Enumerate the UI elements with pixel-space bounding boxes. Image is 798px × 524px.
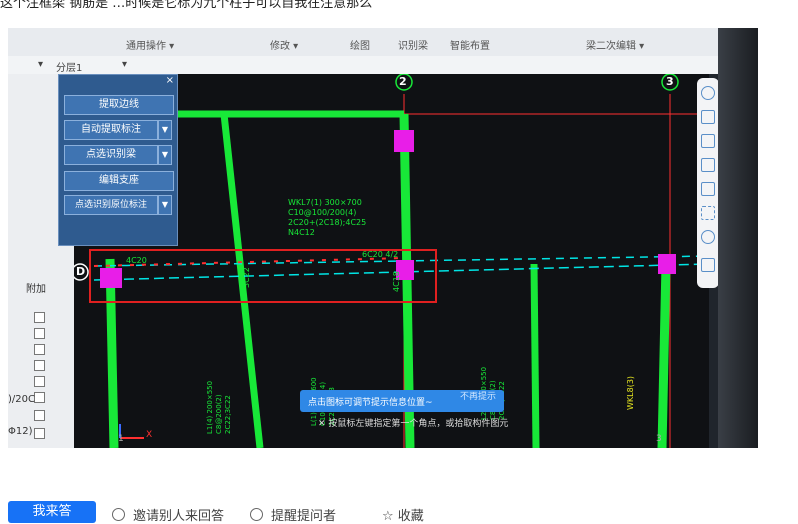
remind-link[interactable]: 提醒提问者 [250, 505, 336, 524]
mark-top-left: 4C20 [126, 256, 147, 265]
status-prompt: ✕ 按鼠标左键指定第一个角点，或拾取构件图元 [318, 419, 509, 429]
tip-text: 点击图标可调节提示信息位置~ [308, 398, 433, 408]
grid-label-1: 1 [118, 434, 124, 444]
ribbon: 通用操作 ▾ 修改 ▾ 绘图 识别梁 智能布置 梁二次编辑 ▾ [8, 28, 718, 57]
vertical-mark-1: 3C22 [242, 267, 251, 288]
beam-line [530, 263, 540, 448]
chevron-down-icon[interactable]: ▼ [158, 120, 172, 140]
side-annotation-1: L1(4) 200×550 C8@200(2) 2C22;3C22 [206, 381, 233, 434]
collect-label: 收藏 [397, 509, 424, 524]
status-text: 按鼠标左键指定第一个角点，或拾取构件图元 [328, 419, 509, 429]
ribbon-common-ops[interactable]: 通用操作 ▾ [126, 37, 174, 52]
vertical-mark-2: 4C18 [392, 271, 401, 292]
extract-edges-button[interactable]: 提取边线 [64, 95, 174, 115]
axis-label-d: D [76, 265, 86, 278]
left-panel-label-b: Φ12) [8, 426, 33, 437]
invite-label: 邀请别人来回答 [133, 509, 225, 524]
cube-icon[interactable] [701, 110, 715, 124]
chevron-down-icon[interactable]: ▼ [158, 145, 172, 165]
point-recognize-beam-button[interactable]: 点选识别梁 [64, 145, 158, 165]
right-toolbar [697, 78, 719, 288]
checkbox[interactable] [34, 360, 45, 371]
beam-note-4: N4C12 [288, 228, 315, 237]
ribbon-beam-edit[interactable]: 梁二次编辑 ▾ [586, 37, 644, 52]
view-icon[interactable] [701, 86, 715, 100]
mark-top-right: 6C20 4/2 [362, 250, 399, 259]
beam-line [657, 263, 671, 448]
column-support [394, 130, 414, 152]
checkbox[interactable] [34, 344, 45, 355]
bell-icon [250, 508, 263, 521]
layer-caret[interactable]: ▾ [122, 59, 127, 70]
beam-note-1: WKL7(1) 300×700 [288, 198, 362, 207]
checkbox[interactable] [34, 328, 45, 339]
point-recognize-inplace-button[interactable]: 点选识别原位标注 [64, 195, 158, 215]
layer-select[interactable]: 分层1 [56, 59, 82, 74]
ribbon-recognize-beam[interactable]: 识别梁 [398, 37, 428, 52]
ribbon-modify[interactable]: 修改 ▾ [270, 37, 298, 52]
axis-label-3: 3 [666, 75, 674, 88]
beam-note-2: C10@100/200(4) [288, 208, 357, 217]
checkbox[interactable] [34, 392, 45, 403]
side-note-2: C8@200(2) [215, 394, 223, 434]
cube-icon[interactable] [701, 158, 715, 172]
column-support [658, 254, 676, 274]
star-icon: ☆ [382, 509, 398, 524]
left-panel-header: 附加 [26, 284, 46, 295]
invite-icon [112, 508, 125, 521]
panel-close-icon[interactable]: × [166, 75, 174, 86]
recognition-panel: × 提取边线 自动提取标注 ▼ 点选识别梁 ▼ 编辑支座 点选识别原位标注 ▼ [58, 74, 178, 246]
axis-label-2: 2 [399, 75, 407, 88]
list-icon[interactable] [701, 258, 715, 272]
select-icon[interactable] [701, 206, 715, 220]
settings-icon[interactable] [701, 230, 715, 244]
layer-toolbar: ▾ 分层1 ▾ [8, 56, 718, 74]
toolbar-dropdown-caret[interactable]: ▾ [38, 59, 43, 70]
qa-action-bar: 我来答 邀请别人来回答 提醒提问者 ☆ 收藏 [0, 495, 798, 524]
beam-annotation: WKL7(1) 300×700 C10@100/200(4) 2C20+(2C1… [288, 198, 366, 238]
question-text-cut: 这个注框梁 钢筋是 …时候是它标为九个柱子可以自我在注意那么 [0, 0, 373, 8]
edit-support-button[interactable]: 编辑支座 [64, 171, 174, 191]
ucs-x-label: X [146, 430, 153, 440]
side-note-3: 2C22;3C22 [224, 395, 232, 434]
checkbox[interactable] [34, 376, 45, 387]
column-support [100, 268, 122, 288]
tip-balloon[interactable]: 点击图标可调节提示信息位置~ 不再提示 [300, 390, 504, 412]
screen-photo: 通用操作 ▾ 修改 ▾ 绘图 识别梁 智能布置 梁二次编辑 ▾ ▾ 分层1 ▾ … [8, 28, 758, 448]
ribbon-draw[interactable]: 绘图 [350, 37, 370, 52]
grid-label-3: 3 [656, 434, 662, 444]
checkbox[interactable] [34, 312, 45, 323]
cube-icon[interactable] [701, 134, 715, 148]
left-panel-label-a: )/20C [8, 394, 35, 405]
checkbox[interactable] [34, 428, 45, 439]
invite-link[interactable]: 邀请别人来回答 [112, 505, 224, 524]
side-note-1: L1(4) 200×550 [206, 380, 214, 434]
ribbon-smart-layout[interactable]: 智能布置 [450, 37, 490, 52]
collect-link[interactable]: ☆ 收藏 [382, 505, 424, 524]
monitor-bezel [718, 28, 758, 448]
tip-dismiss[interactable]: 不再提示 [460, 389, 496, 402]
beam-note-3: 2C20+(2C18);4C25 [288, 218, 367, 227]
checkbox[interactable] [34, 410, 45, 421]
yellow-mark: WKL8(3) [626, 375, 635, 410]
chevron-down-icon[interactable]: ▼ [158, 195, 172, 215]
answer-button[interactable]: 我来答 [8, 501, 96, 523]
cube-icon[interactable] [701, 182, 715, 196]
remind-label: 提醒提问者 [271, 509, 337, 524]
auto-extract-annotation-button[interactable]: 自动提取标注 [64, 120, 158, 140]
